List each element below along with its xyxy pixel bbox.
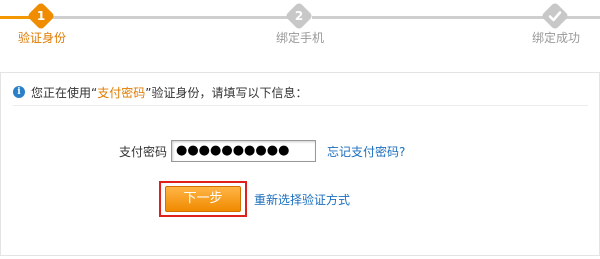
verification-panel: i 您正在使用“支付密码”验证身份，请填写以下信息： 支付密码 ●●●●●●●●… (0, 72, 600, 256)
forgot-password-link[interactable]: 忘记支付密码? (327, 143, 405, 160)
step-line-done (0, 16, 30, 19)
step-2-number: 2 (294, 9, 304, 23)
info-icon: i (13, 86, 25, 98)
notice-suffix: ”验证身份，请填写以下信息： (145, 85, 308, 100)
notice-prefix: 您正在使用“ (31, 85, 98, 100)
checkmark-icon (548, 11, 562, 22)
password-label: 支付密码 (119, 145, 168, 159)
step-3-label: 绑定成功 (532, 31, 581, 45)
step-line-end (566, 16, 600, 19)
notice-text: 您正在使用“支付密码”验证身份，请填写以下信息： (31, 84, 307, 101)
next-step-button[interactable]: 下一步 (165, 186, 241, 212)
step-1-label: 验证身份 (18, 31, 67, 45)
password-input[interactable]: ●●●●●●●●●● (171, 140, 316, 162)
step-2-label: 绑定手机 (276, 31, 325, 45)
step-line-2-3 (312, 16, 544, 19)
step-line-1-2 (52, 16, 288, 19)
divider (13, 105, 588, 106)
step-progress-bar: 1 验证身份 2 绑定手机 绑定成功 (0, 0, 600, 52)
step-1-number: 1 (36, 9, 46, 23)
notice-bar: i 您正在使用“支付密码”验证身份，请填写以下信息： (13, 83, 307, 101)
reselect-method-link[interactable]: 重新选择验证方式 (254, 191, 350, 208)
notice-method: 支付密码 (97, 85, 146, 100)
